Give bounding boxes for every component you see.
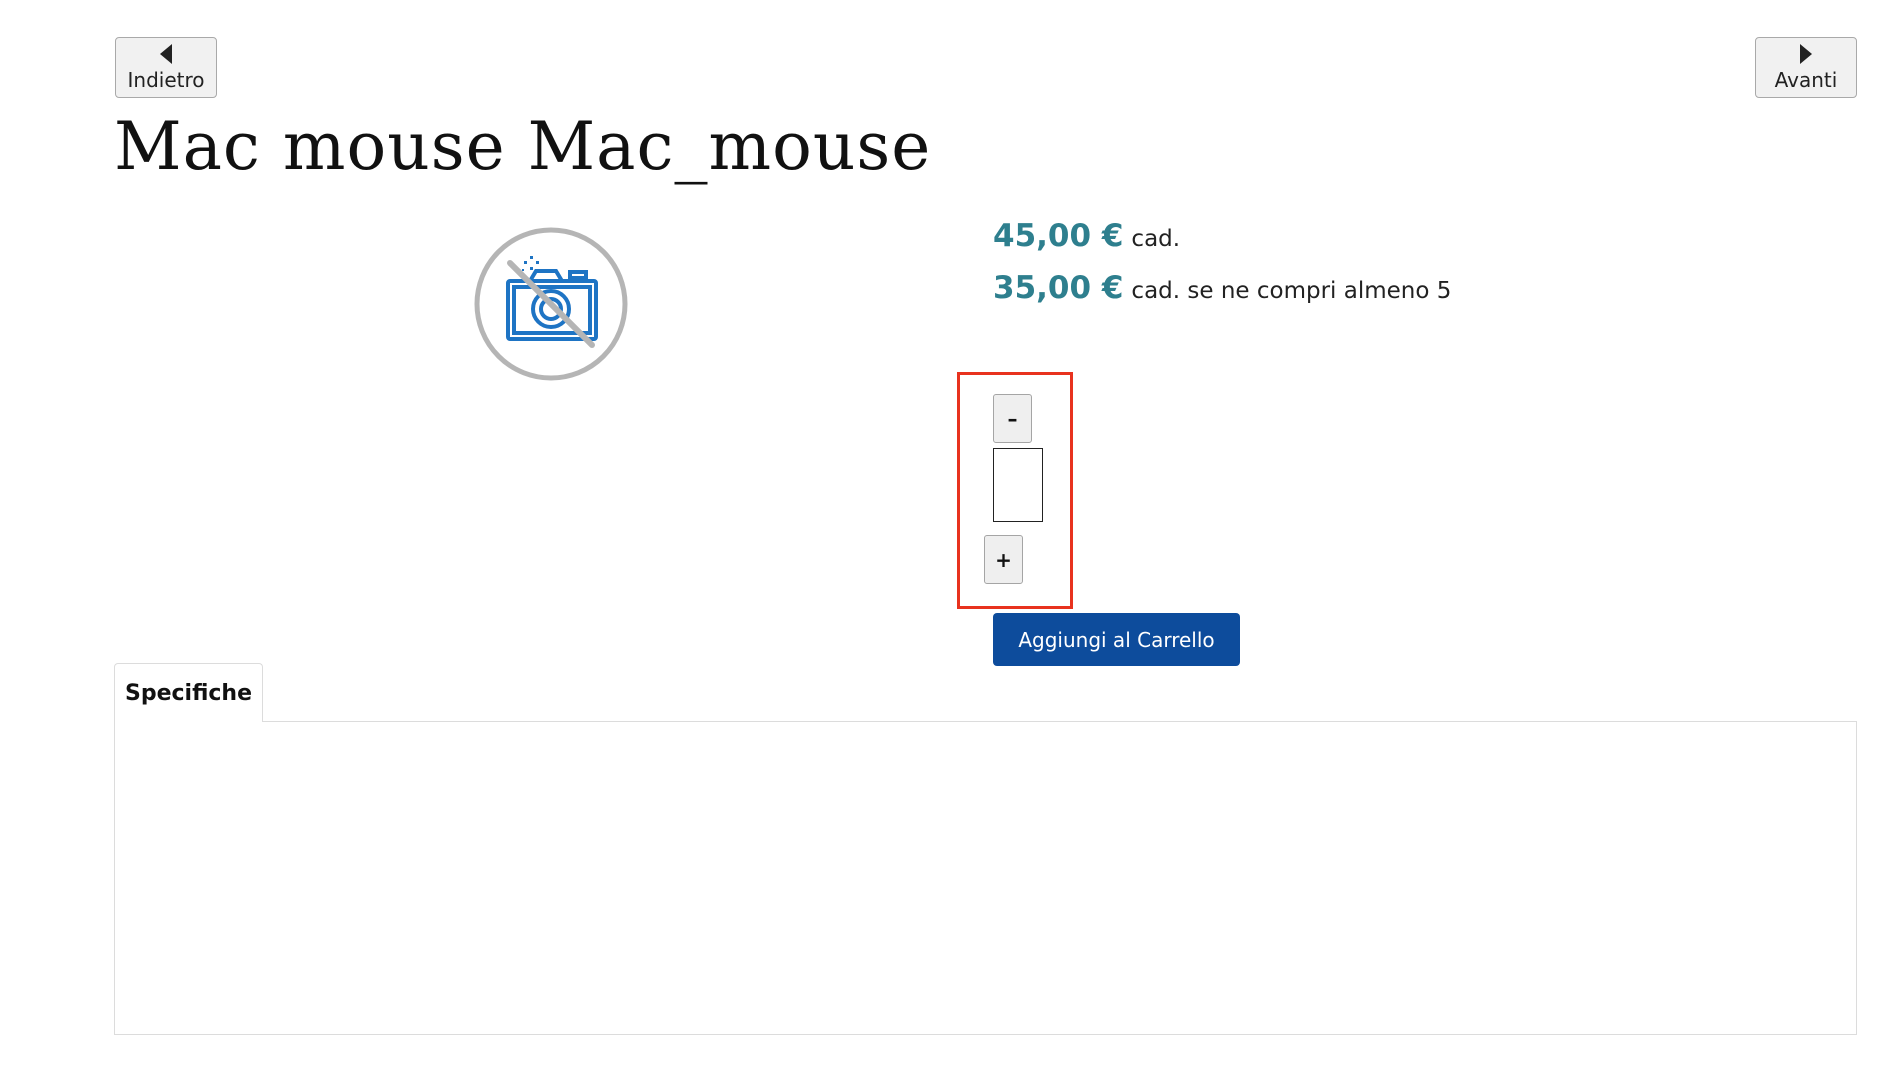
product-title: Mac mouse Mac_mouse	[114, 108, 932, 185]
product-page: Indietro Avanti Mac mouse Mac_mouse 45,0…	[0, 0, 1899, 1080]
unit-price-suffix: cad.	[1131, 226, 1181, 252]
tab-panel-specifiche	[114, 721, 1857, 1035]
bulk-price: 35,00 € cad. se ne compri almeno 5	[993, 270, 1451, 306]
bulk-price-suffix: cad. se ne compri almeno 5	[1131, 278, 1452, 304]
bulk-price-amount: 35,00 €	[993, 270, 1124, 306]
unit-price: 45,00 € cad.	[993, 218, 1180, 254]
quantity-increase-button[interactable]: +	[984, 535, 1023, 584]
quantity-decrease-button[interactable]: –	[993, 394, 1032, 443]
add-to-cart-button[interactable]: Aggiungi al Carrello	[993, 613, 1240, 666]
unit-price-amount: 45,00 €	[993, 218, 1124, 254]
back-button[interactable]: Indietro	[115, 37, 217, 98]
triangle-left-icon	[160, 43, 172, 64]
next-button[interactable]: Avanti	[1755, 37, 1857, 98]
back-button-label: Indietro	[127, 67, 205, 92]
next-button-label: Avanti	[1774, 67, 1838, 92]
no-photo-camera-icon	[472, 225, 630, 383]
tab-specifiche[interactable]: Specifiche	[114, 663, 263, 722]
quantity-input[interactable]	[993, 448, 1043, 522]
triangle-right-icon	[1800, 43, 1812, 64]
